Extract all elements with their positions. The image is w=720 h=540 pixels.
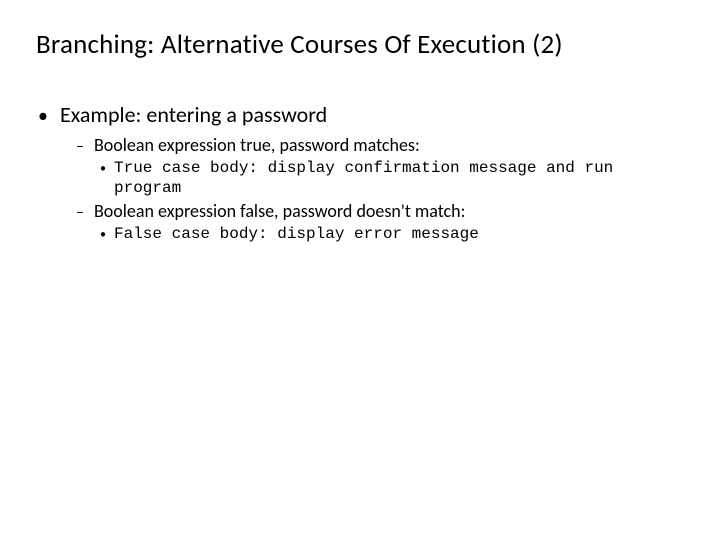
bullet-level3-text: False case body: display error message (114, 224, 479, 244)
bullet-dot-small-icon: • (100, 160, 114, 176)
bullet-level3: • True case body: display confirmation m… (100, 158, 684, 198)
bullet-level3-text: True case body: display confirmation mes… (114, 158, 674, 198)
bullet-level2: – Boolean expression true, password matc… (76, 134, 684, 156)
bullet-level1: • Example: entering a password (38, 101, 684, 128)
bullet-dash-icon: – (76, 137, 94, 156)
bullet-level1-text: Example: entering a password (60, 101, 327, 128)
bullet-level2: – Boolean expression false, password doe… (76, 200, 684, 222)
bullet-dot-icon: • (38, 104, 60, 126)
bullet-level2-text: Boolean expression false, password doesn… (94, 200, 465, 222)
slide-title: Branching: Alternative Courses Of Execut… (36, 28, 684, 61)
bullet-level3: • False case body: display error message (100, 224, 684, 244)
bullet-level2-text: Boolean expression true, password matche… (94, 134, 420, 156)
bullet-dot-small-icon: • (100, 226, 114, 242)
bullet-dash-icon: – (76, 203, 94, 222)
